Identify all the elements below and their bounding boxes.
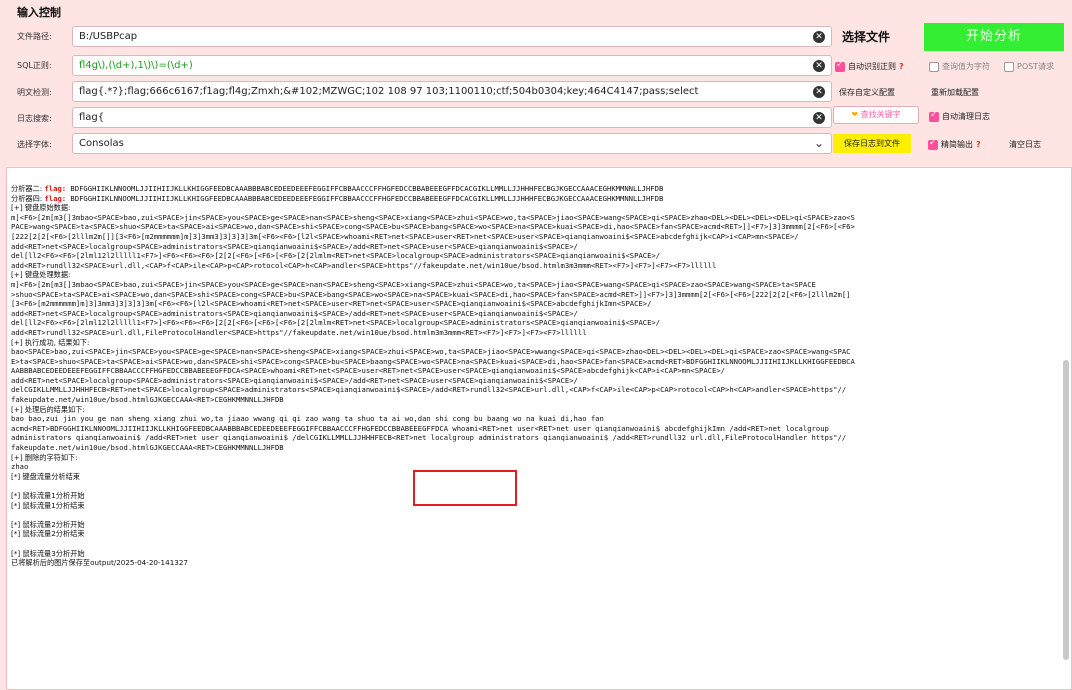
log-text: 分析器二: flag: BDFGGHIIKLNNOOMLJJIIHIIJKLLK… <box>11 184 1059 568</box>
log-line: bao bao,zui jin you ge nan sheng xiang z… <box>11 414 604 424</box>
log-line: 分析器二: flag: BDFGGHIIKLNNOOMLJJIIHIIJKLLK… <box>11 184 664 193</box>
font-select-label: 选择字体: <box>17 140 52 149</box>
checkbox-unchecked-icon <box>1004 61 1014 72</box>
scrollbar[interactable] <box>1063 360 1069 660</box>
log-search-input[interactable]: flag{ ✕ <box>72 107 832 128</box>
log-line: 分析器四: flag: BDFGGHIIKLNNOOMLJJIIHIIJKLLK… <box>11 193 664 203</box>
log-line: fakeupdate.net/win10ue/bsod.htmlGJKGECCA… <box>11 395 284 405</box>
log-line: [+] 处理后的结果如下: <box>11 404 85 414</box>
auto-regex-checkbox[interactable]: 自动识别正则 ? <box>835 60 904 72</box>
log-line: [+] 执行成功, 结果如下: <box>11 337 90 347</box>
query-char-checkbox[interactable]: 查询值为字符 <box>929 61 990 72</box>
post-request-checkbox[interactable]: POST请求 <box>1004 61 1054 72</box>
plaintext-value: flag{.*?};flag;666c6167;f1ag;fl4g;Zmxh;&… <box>79 86 699 97</box>
log-line: add<RET>net<SPACE>localgroup<SPACE>admin… <box>11 241 578 251</box>
sql-regex-label: SQL正则: <box>17 61 52 70</box>
log-line: add<RET>rundll32<SPACE>url.dll,FileProto… <box>11 327 587 337</box>
font-select-value: Consolas <box>79 138 124 149</box>
log-line: administrators qianqianwoaini$ /add<RET>… <box>11 433 847 443</box>
log-line: add<RET>net<SPACE>localgroup<SPACE>admin… <box>11 308 578 318</box>
save-log-button[interactable]: 保存日志到文件 <box>833 134 911 153</box>
file-path-input[interactable]: B:/USBPcap ✕ <box>72 26 832 47</box>
sql-regex-value: fl4g\),(\d+),1\)\)=(\d+) <box>79 60 193 71</box>
chevron-down-icon[interactable]: ⌄ <box>814 136 824 150</box>
flag-label: flag: <box>44 193 67 203</box>
simple-output-label: 精简输出 <box>941 140 973 149</box>
file-path-value: B:/USBPcap <box>79 31 138 42</box>
log-line: [*] 鼠标流量1分析结束 <box>11 500 85 510</box>
save-custom-config-button[interactable]: 保存自定义配置 <box>839 87 895 98</box>
log-line: del[ll2<F6><F6>[2lml12l2lllll1<F7>]<F6><… <box>11 318 661 328</box>
log-line: bao<SPACE>bao,zui<SPACE>jin<SPACE>you<SP… <box>11 347 851 357</box>
question-icon: ? <box>899 62 904 71</box>
plaintext-label: 明文检测: <box>17 88 52 97</box>
log-line: [+] 键盘原始数据: <box>11 203 71 213</box>
log-line: PACE>wang<SPACE>ta<SPACE>shuo<SPACE>ta<S… <box>11 222 855 232</box>
log-line: E>ta<SPACE>shuo<SPACE>ta<SPACE>ai<SPACE>… <box>11 356 855 366</box>
flag-label: flag: <box>44 184 67 193</box>
find-keyword-label: 查找关键字 <box>860 110 901 119</box>
clear-icon[interactable]: ✕ <box>813 60 825 72</box>
log-line: [*] 键盘流量分析结束 <box>11 471 80 481</box>
log-line: add<RET>net<SPACE>localgroup<SPACE>admin… <box>11 375 578 385</box>
log-line: >shuo<SPACE>ta<SPACE>ai<SPACE>wo,dan<SPA… <box>11 289 851 299</box>
question-icon: ? <box>976 140 981 149</box>
font-select[interactable]: Consolas ⌄ <box>72 133 832 154</box>
clear-icon[interactable]: ✕ <box>813 31 825 43</box>
find-keyword-button[interactable]: ❤ 查找关键字 <box>833 106 919 124</box>
log-line: AABBBABCEDEEDEEEFEGGIFFCBBAACCCFFHGFEDCC… <box>11 366 725 376</box>
log-line: [*] 鼠标流量2分析结束 <box>11 529 85 539</box>
log-line: [+] 键盘处理数据: <box>11 270 71 280</box>
log-output[interactable]: 分析器二: flag: BDFGGHIIKLNNOOMLJJIIHIIJKLLK… <box>6 167 1072 690</box>
log-line: del[ll2<F6><F6>[2lml12l2lllll1<F7>]<F6><… <box>11 251 661 261</box>
log-blank-line <box>11 510 1059 520</box>
checkbox-checked-icon <box>835 60 845 72</box>
log-line: acmd<RET>BDFGGHIIKLNNOOMLJJIIHIIJKLLKHIG… <box>11 423 829 433</box>
simple-output-checkbox[interactable]: 精简输出 ? <box>928 138 981 150</box>
log-line: zhao <box>11 462 29 472</box>
clear-icon[interactable]: ✕ <box>813 86 825 98</box>
log-search-label: 日志搜索: <box>17 114 52 123</box>
choose-file-button[interactable]: 选择文件 <box>842 28 890 45</box>
start-analysis-button[interactable]: 开始分析 <box>924 23 1064 51</box>
query-char-label: 查询值为字符 <box>942 62 990 71</box>
heart-icon: ❤ <box>851 110 859 119</box>
log-line: [222[2[2[<F6>[2lllm2m[]][3<F6>[m2mmmmmm]… <box>11 231 799 241</box>
log-line: add<RET>rundll32<SPACE>url.dll,<CAP>f<CA… <box>11 260 717 270</box>
log-line: [*] 鼠标流量2分析开始 <box>11 519 85 529</box>
log-blank-line <box>11 481 1059 491</box>
checkbox-checked-icon <box>928 138 938 150</box>
log-line: [+] 删除的字符如下: <box>11 452 78 462</box>
post-request-label: POST请求 <box>1017 62 1055 71</box>
checkbox-checked-icon <box>929 110 939 122</box>
log-line: m]<F6>[2m[m3[]3mbao<SPACE>bao,zui<SPACE>… <box>11 212 855 222</box>
highlight-box <box>413 470 517 506</box>
log-line: m]<F6>[2m[m3[]3mbao<SPACE>bao,zui<SPACE>… <box>11 279 816 289</box>
sql-regex-input[interactable]: fl4g\),(\d+),1\)\)=(\d+) ✕ <box>72 55 832 76</box>
log-line: delCGIKLLMMLLJJHHHFECB<RET>net<SPACE>loc… <box>11 385 847 395</box>
clear-icon[interactable]: ✕ <box>813 112 825 124</box>
reload-config-button[interactable]: 重新加载配置 <box>931 87 979 98</box>
log-line: [*] 鼠标流量1分析开始 <box>11 491 85 500</box>
checkbox-unchecked-icon <box>929 61 939 72</box>
log-line: fakeupdate.net/win10ue/bsod.htmlGJKGECCA… <box>11 443 284 453</box>
auto-clean-log-checkbox[interactable]: 自动清理日志 <box>929 110 990 122</box>
auto-clean-log-label: 自动清理日志 <box>942 112 990 121</box>
input-control-panel: 输入控制 文件路径: B:/USBPcap ✕ 选择文件 开始分析 SQL正则:… <box>0 0 1072 166</box>
log-line: [*] 鼠标流量3分析开始 <box>11 548 85 558</box>
log-search-value: flag{ <box>79 112 105 123</box>
log-blank-line <box>11 539 1059 549</box>
log-line: [3<F6>[m2mmmmmm]m]3]3mm3]3]3]3]3m[<F6><F… <box>11 299 652 309</box>
clear-log-button[interactable]: 清空日志 <box>1009 139 1041 150</box>
auto-regex-label: 自动识别正则 <box>848 62 896 71</box>
log-line: 已将解析后的图片保存至output/2025-04-20-141327 <box>11 558 188 568</box>
plaintext-input[interactable]: flag{.*?};flag;666c6167;f1ag;fl4g;Zmxh;&… <box>72 81 832 102</box>
panel-title: 输入控制 <box>17 6 61 19</box>
file-path-label: 文件路径: <box>17 32 52 41</box>
